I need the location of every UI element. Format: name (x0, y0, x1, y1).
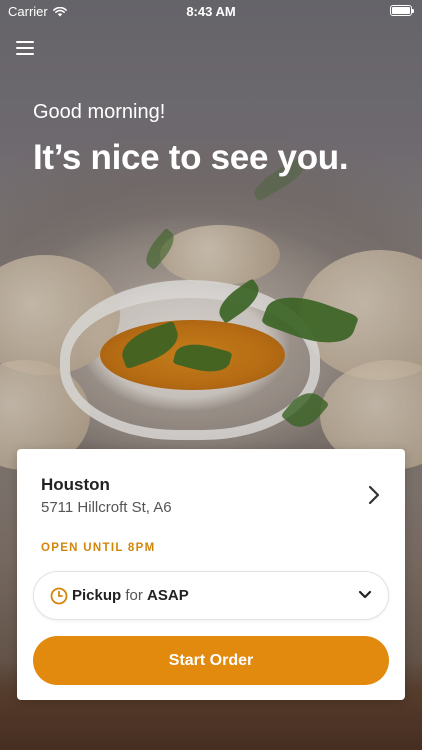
location-address: 5711 Hillcroft St, A6 (41, 499, 172, 516)
battery-icon (390, 5, 414, 16)
hamburger-menu-icon[interactable] (16, 41, 34, 55)
store-hours: OPEN UNTIL 8PM (41, 542, 156, 554)
order-mode: Pickup (72, 587, 122, 604)
location-selector[interactable]: Houston 5711 Hillcroft St, A6 (17, 449, 405, 529)
status-time: 8:43 AM (186, 4, 236, 19)
order-connector: for (125, 587, 143, 604)
headline-text: It’s nice to see you. (33, 138, 349, 177)
greeting-text: Good morning! (33, 101, 166, 123)
order-time: ASAP (147, 587, 189, 604)
clock-icon (50, 587, 68, 605)
location-name: Houston (41, 475, 110, 494)
status-bar: Carrier 8:43 AM (0, 0, 422, 22)
chevron-right-icon (368, 485, 380, 505)
chevron-down-icon (358, 590, 372, 599)
order-type-dropdown[interactable]: Pickup for ASAP (33, 571, 389, 620)
order-type-label: Pickup for ASAP (72, 587, 189, 604)
order-card: Houston 5711 Hillcroft St, A6 OPEN UNTIL… (17, 449, 405, 700)
start-order-button[interactable]: Start Order (33, 636, 389, 685)
